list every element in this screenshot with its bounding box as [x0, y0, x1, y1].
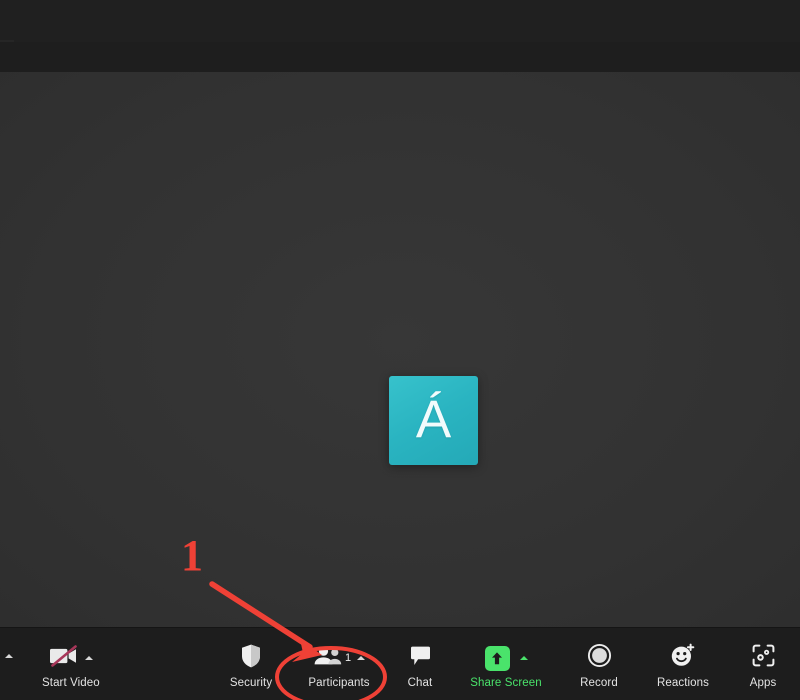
participants-button[interactable]: 1 Participants — [290, 628, 388, 700]
start-video-label: Start Video — [42, 677, 100, 689]
participants-label: Participants — [308, 677, 370, 689]
video-camera-off-icon — [48, 644, 80, 673]
start-video-button[interactable]: Start Video — [34, 628, 108, 700]
apps-label: Apps — [749, 677, 777, 689]
meeting-controls-toolbar: Start Video Security 1 Participants Chat… — [0, 627, 800, 700]
chat-icon-row — [409, 640, 432, 676]
record-label: Record — [580, 677, 618, 689]
share-screen-options-chevron-icon[interactable] — [519, 656, 528, 660]
apps-icon-row — [751, 640, 776, 676]
participants-icon — [313, 645, 342, 671]
shield-icon — [240, 643, 262, 674]
avatar-initial: Á — [415, 390, 452, 449]
reactions-button[interactable]: Reactions — [638, 628, 728, 700]
share-screen-button[interactable]: Share Screen — [452, 628, 560, 700]
chevron-up-icon — [5, 654, 13, 658]
reactions-icon-row — [670, 640, 696, 676]
participant-avatar-tile[interactable]: Á — [389, 376, 478, 465]
security-icon-row — [240, 640, 262, 676]
record-circle-icon — [587, 643, 612, 673]
security-label: Security — [229, 677, 273, 689]
participants-count: 1 — [344, 651, 352, 664]
apps-frame-icon — [751, 643, 776, 673]
zoom-meeting-window: Á Start Video Security 1 Participants Ch… — [0, 0, 800, 700]
security-button[interactable]: Security — [212, 628, 290, 700]
reactions-label: Reactions — [656, 677, 710, 689]
share-screen-icon-row — [484, 640, 528, 676]
record-button[interactable]: Record — [560, 628, 638, 700]
share-screen-up-arrow-icon — [484, 645, 510, 671]
record-icon-row — [587, 640, 612, 676]
video-options-chevron-icon[interactable] — [85, 656, 94, 660]
smiley-plus-icon — [670, 643, 696, 673]
start-video-icon-row — [48, 640, 94, 676]
chat-bubble-icon — [409, 645, 432, 672]
toolbar-left-group: Start Video — [34, 628, 108, 700]
toolbar-right-group: Security 1 Participants Chat Share Scree… — [212, 628, 798, 700]
chat-button[interactable]: Chat — [388, 628, 452, 700]
window-titlebar — [0, 0, 800, 73]
share-screen-label: Share Screen — [470, 677, 542, 689]
participants-icon-row: 1 — [313, 640, 366, 676]
titlebar-lower-strip — [0, 42, 800, 72]
apps-button[interactable]: Apps — [728, 628, 798, 700]
participants-options-chevron-icon[interactable] — [357, 656, 366, 660]
mute-options-chevron[interactable] — [5, 628, 13, 700]
chat-label: Chat — [407, 677, 433, 689]
video-stage: Á — [0, 72, 800, 628]
